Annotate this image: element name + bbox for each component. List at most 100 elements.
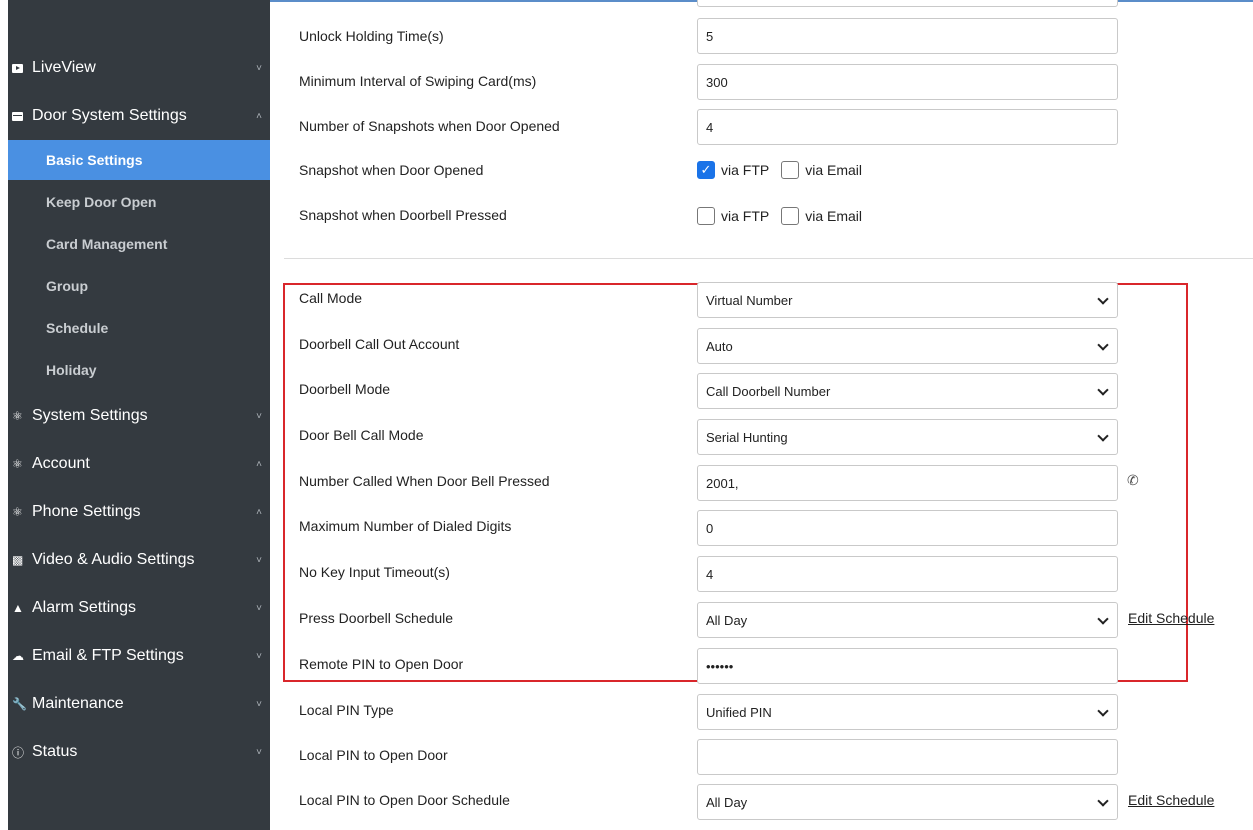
local-pin-type-select[interactable]: Unified PIN xyxy=(697,694,1118,730)
label-press-doorbell-schedule: Press Doorbell Schedule xyxy=(299,610,454,626)
sidebar-item-schedule[interactable]: Schedule xyxy=(8,308,270,348)
chevron-down-icon xyxy=(1097,706,1109,718)
chevron-down-icon xyxy=(1097,385,1109,397)
press-doorbell-schedule-select[interactable]: All Day xyxy=(697,602,1118,638)
label-local-pin-type: Local PIN Type xyxy=(299,702,394,718)
sidebar: LiveView ˅ Door System Settings ˄ Basic … xyxy=(8,0,270,830)
panel-icon xyxy=(8,111,32,121)
edit-schedule-link[interactable]: Edit Schedule xyxy=(1128,610,1214,626)
chevron-down-icon: ˅ xyxy=(256,746,262,758)
chevron-up-icon: ˄ xyxy=(256,458,262,470)
snapshot-doorbell-ftp-checkbox[interactable] xyxy=(697,207,715,225)
checkbox-label: via Email xyxy=(805,208,863,224)
nav-label: Door System Settings xyxy=(32,107,187,124)
snapshot-door-opened-ftp-checkbox[interactable]: ✓ xyxy=(697,161,715,179)
nav-label: System Settings xyxy=(32,407,148,424)
number-called-input[interactable]: 2001, xyxy=(697,465,1118,501)
label-remote-pin: Remote PIN to Open Door xyxy=(299,656,464,672)
snapshot-door-opened-options: ✓ via FTP via Email xyxy=(697,160,874,180)
label-max-dialed-digits: Maximum Number of Dialed Digits xyxy=(299,518,512,534)
remote-pin-input[interactable]: •••••• xyxy=(697,648,1118,684)
chevron-down-icon xyxy=(1097,431,1109,443)
nav-alarm-settings[interactable]: ▲ Alarm Settings ˅ xyxy=(8,588,270,628)
select-value: All Day xyxy=(706,794,748,810)
nav-phone-settings[interactable]: ⚛ Phone Settings ˄ xyxy=(8,492,270,532)
chevron-down-icon xyxy=(1097,294,1109,306)
nav-liveview[interactable]: LiveView ˅ xyxy=(8,48,270,88)
chevron-down-icon: ˅ xyxy=(256,602,262,614)
info-icon: ⓘ xyxy=(12,745,25,760)
label-snapshot-door-opened: Snapshot when Door Opened xyxy=(299,162,484,178)
snapshot-door-opened-email-checkbox[interactable] xyxy=(781,161,800,179)
phone-icon[interactable]: ✆ xyxy=(1127,472,1139,489)
camera-icon: ▩ xyxy=(12,553,24,567)
select-value: Serial Hunting xyxy=(706,429,788,445)
label-num-snapshots: Number of Snapshots when Door Opened xyxy=(299,118,560,134)
label-local-pin-schedule: Local PIN to Open Door Schedule xyxy=(299,792,510,808)
call-mode-select[interactable]: Virtual Number xyxy=(697,282,1118,318)
sidebar-item-keep-door-open[interactable]: Keep Door Open xyxy=(8,182,270,222)
sidebar-item-basic-settings[interactable]: Basic Settings xyxy=(8,140,270,180)
label-door-bell-call-mode: Door Bell Call Mode xyxy=(299,427,424,443)
min-interval-swiping-input[interactable]: 300 xyxy=(697,64,1118,100)
nav-label: Alarm Settings xyxy=(32,599,137,616)
nav-label: Video & Audio Settings xyxy=(32,551,195,568)
label-unlock-holding-time: Unlock Holding Time(s) xyxy=(299,28,444,44)
no-key-timeout-input[interactable]: 4 xyxy=(697,556,1118,592)
num-snapshots-input[interactable]: 4 xyxy=(697,109,1118,145)
chevron-up-icon: ˄ xyxy=(256,506,262,518)
select-value: Auto xyxy=(706,338,733,354)
nav-label: Maintenance xyxy=(32,695,124,712)
sidebar-item-group[interactable]: Group xyxy=(8,266,270,306)
door-bell-call-mode-select[interactable]: Serial Hunting xyxy=(697,419,1118,455)
select-value: All Day xyxy=(706,612,748,628)
nav-label: Status xyxy=(32,743,78,760)
chevron-down-icon xyxy=(1097,796,1109,808)
nav-label: Account xyxy=(32,455,90,472)
label-call-mode: Call Mode xyxy=(299,290,363,306)
checkbox-label: via FTP xyxy=(721,208,770,224)
label-no-key-timeout: No Key Input Timeout(s) xyxy=(299,564,450,580)
checkbox-label: via FTP xyxy=(721,162,770,178)
select-value: Unified PIN xyxy=(706,704,772,720)
local-pin-schedule-select[interactable]: All Day xyxy=(697,784,1118,820)
unlock-holding-time-input[interactable]: 5 xyxy=(697,18,1118,54)
partial-top-field[interactable] xyxy=(697,0,1118,7)
nav-maintenance[interactable]: 🔧 Maintenance ˅ xyxy=(8,684,270,724)
label-doorbell-call-out-account: Doorbell Call Out Account xyxy=(299,336,460,352)
sidebar-item-holiday[interactable]: Holiday xyxy=(8,350,270,390)
label-min-interval-swiping: Minimum Interval of Swiping Card(ms) xyxy=(299,73,537,89)
key-icon: ⚛ xyxy=(12,409,23,423)
max-dialed-digits-input[interactable]: 0 xyxy=(697,510,1118,546)
nav-status[interactable]: ⓘ Status ˅ xyxy=(8,732,270,772)
nav-door-system-settings[interactable]: Door System Settings ˄ xyxy=(8,96,270,136)
chevron-down-icon: ˅ xyxy=(256,410,262,422)
cloud-icon: ☁ xyxy=(12,649,24,663)
nav-label: Email & FTP Settings xyxy=(32,647,184,664)
nav-system-settings[interactable]: ⚛ System Settings ˅ xyxy=(8,396,270,436)
chevron-down-icon: ˅ xyxy=(256,650,262,662)
chevron-down-icon: ˅ xyxy=(256,698,262,710)
chevron-down-icon: ˅ xyxy=(256,554,262,566)
key-icon: ⚛ xyxy=(12,457,23,471)
key-icon: ⚛ xyxy=(12,505,23,519)
checkbox-label: via Email xyxy=(805,162,863,178)
select-value: Virtual Number xyxy=(706,292,793,308)
nav-video-audio-settings[interactable]: ▩ Video & Audio Settings ˅ xyxy=(8,540,270,580)
nav-label: LiveView xyxy=(32,59,96,76)
label-number-called: Number Called When Door Bell Pressed xyxy=(299,473,550,489)
wrench-icon: 🔧 xyxy=(12,697,27,711)
edit-schedule-link[interactable]: Edit Schedule xyxy=(1128,792,1214,808)
chevron-down-icon xyxy=(1097,340,1109,352)
snapshot-doorbell-email-checkbox[interactable] xyxy=(781,207,800,225)
local-pin-input[interactable] xyxy=(697,739,1118,775)
chevron-down-icon: ˅ xyxy=(256,62,262,74)
nav-account[interactable]: ⚛ Account ˄ xyxy=(8,444,270,484)
nav-label: Phone Settings xyxy=(32,503,141,520)
select-value: Call Doorbell Number xyxy=(706,383,831,399)
doorbell-call-out-account-select[interactable]: Auto xyxy=(697,328,1118,364)
chevron-up-icon: ˄ xyxy=(256,110,262,122)
nav-email-ftp-settings[interactable]: ☁ Email & FTP Settings ˅ xyxy=(8,636,270,676)
doorbell-mode-select[interactable]: Call Doorbell Number xyxy=(697,373,1118,409)
sidebar-item-card-management[interactable]: Card Management xyxy=(8,224,270,264)
